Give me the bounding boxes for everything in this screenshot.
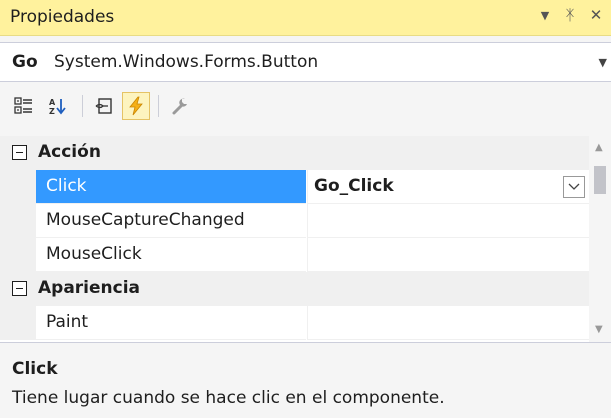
wrench-icon <box>172 98 187 115</box>
property-toolbar: A Z <box>0 86 611 128</box>
property-value[interactable] <box>307 204 589 238</box>
category-row[interactable]: Apariencia <box>0 272 589 306</box>
grid-row[interactable]: MouseClick <box>0 238 589 272</box>
category-row[interactable]: Acción <box>0 136 589 170</box>
properties-icon <box>95 98 112 114</box>
description-panel: Click Tiene lugar cuando se hace clic en… <box>0 342 611 418</box>
alphabetical-button[interactable]: A Z <box>44 92 72 120</box>
events-button[interactable] <box>122 92 150 120</box>
property-name[interactable]: Paint <box>36 306 306 340</box>
vertical-scrollbar[interactable]: ▲ ▼ <box>589 136 611 342</box>
properties-button[interactable] <box>90 92 118 120</box>
title-bar: Propiedades ▼ ᛡ ✕ <box>0 0 611 36</box>
chevron-down-icon[interactable]: ▼ <box>599 56 607 69</box>
collapse-toggle-icon[interactable] <box>12 281 27 296</box>
scroll-up-icon[interactable]: ▲ <box>595 142 603 153</box>
property-name[interactable]: MouseClick <box>36 238 306 272</box>
property-value[interactable] <box>307 238 589 272</box>
object-selector[interactable]: Go System.Windows.Forms.Button ▼ <box>0 42 611 82</box>
svg-text:A: A <box>49 98 56 107</box>
property-grid: Acción Click Go_Click MouseCaptureChange… <box>0 136 589 342</box>
description-text: Tiene lugar cuando se hace clic en el co… <box>12 388 445 408</box>
chevron-down-icon <box>568 183 580 190</box>
property-name[interactable]: Click <box>36 170 306 204</box>
property-pages-button[interactable] <box>166 92 194 120</box>
property-value[interactable] <box>307 306 589 340</box>
grid-row[interactable]: Paint <box>0 306 589 340</box>
categorized-icon <box>14 97 32 114</box>
events-icon <box>129 96 143 116</box>
description-title: Click <box>12 359 58 379</box>
close-icon[interactable]: ✕ <box>587 6 605 24</box>
grid-row[interactable]: Click Go_Click <box>0 170 589 204</box>
collapse-toggle-icon[interactable] <box>12 145 27 160</box>
alphabetical-icon: A Z <box>49 98 66 116</box>
property-value[interactable]: Go_Click <box>307 170 589 204</box>
object-name: Go <box>12 52 38 72</box>
pin-icon[interactable]: ᛡ <box>561 6 579 24</box>
category-label: Acción <box>38 142 101 162</box>
toolbar-separator <box>82 95 83 117</box>
categorized-button[interactable] <box>10 92 38 120</box>
object-type: System.Windows.Forms.Button <box>54 52 319 72</box>
value-dropdown-button[interactable] <box>563 176 585 198</box>
window-title: Propiedades <box>10 7 115 27</box>
svg-text:Z: Z <box>49 107 55 116</box>
grid-row[interactable]: MouseCaptureChanged <box>0 204 589 238</box>
toolbar-separator <box>158 95 159 117</box>
scroll-down-icon[interactable]: ▼ <box>595 324 603 335</box>
window-position-dropdown[interactable]: ▼ <box>536 9 554 22</box>
scrollbar-thumb[interactable] <box>594 166 606 194</box>
property-name[interactable]: MouseCaptureChanged <box>36 204 306 238</box>
category-label: Apariencia <box>38 278 141 298</box>
